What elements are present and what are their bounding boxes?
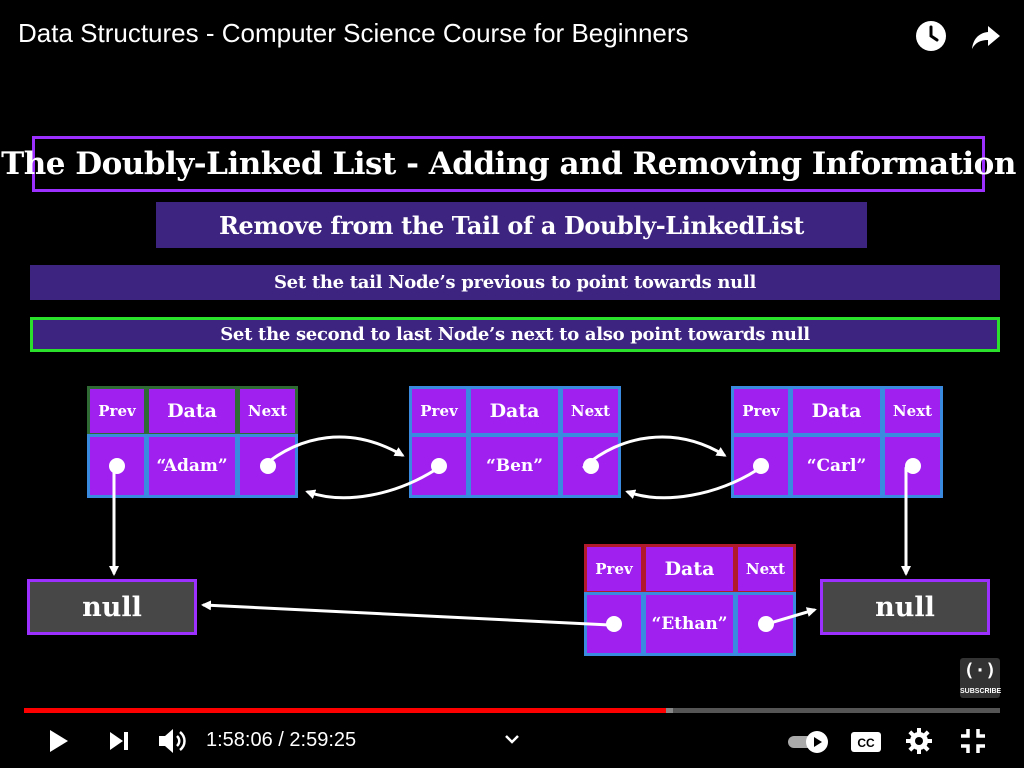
node-adam-prev-header: Prev [87,386,147,436]
pointer-dot [431,458,447,474]
pointer-dot [259,458,276,474]
pointer-dot [109,458,125,474]
gear-icon[interactable] [905,727,933,759]
step-text-2: Set the second to last Node’s next to al… [220,324,810,345]
autoplay-toggle-icon[interactable] [786,729,832,759]
node-ethan-next-cell [735,592,796,656]
clock-icon[interactable] [913,18,949,54]
node-adam-data-header: Data [146,386,238,436]
video-top-bar: Data Structures - Computer Science Cours… [0,0,1024,72]
step-banner-1: Set the tail Node’s previous to point to… [30,265,1000,300]
node-ben-value: “Ben” [468,434,561,498]
node-carl-data-header: Data [790,386,883,436]
pointer-dot [582,458,599,474]
node-ben-prev-header: Prev [409,386,469,436]
node-carl-next-cell [882,434,943,498]
node-ben-prev-cell [409,434,469,498]
node-adam-next-cell [237,434,298,498]
pointer-dot [606,616,622,632]
node-adam-prev-cell [87,434,147,498]
arrow-ethan-prev-to-null [201,600,612,627]
step-text-1: Set the tail Node’s previous to point to… [273,272,757,293]
node-ethan-prev-cell [584,592,644,656]
step-banner-2: Set the second to last Node’s next to al… [30,317,1000,352]
node-ethan-data-header: Data [643,544,736,594]
node-adam-next-header: Next [237,386,298,436]
node-ethan-next-header: Next [735,544,796,594]
node-carl-value: “Carl” [790,434,883,498]
node-carl-next-header: Next [882,386,943,436]
node-ben-data-header: Data [468,386,561,436]
null-box-right: null [820,579,990,635]
svg-text:CC: CC [857,736,875,750]
video-title[interactable]: Data Structures - Computer Science Cours… [18,18,689,49]
chevron-down-icon[interactable] [503,731,521,750]
channel-logo-glyph: (·) [963,660,997,681]
progress-bar[interactable] [24,708,1000,713]
subscribe-label[interactable]: SUBSCRIBE [960,688,1001,695]
node-ethan-prev-header: Prev [584,544,644,594]
pointer-dot [753,458,769,474]
play-icon[interactable] [46,728,72,758]
skip-next-icon[interactable] [107,730,131,756]
node-adam-value: “Adam” [146,434,238,498]
volume-icon[interactable] [157,727,189,759]
node-carl-prev-cell [731,434,791,498]
node-ethan-value: “Ethan” [643,592,736,656]
time-display: 1:58:06 / 2:59:25 [206,729,357,751]
node-ben-next-cell [560,434,621,498]
pointer-dot [904,458,921,474]
node-ben-next-header: Next [560,386,621,436]
share-arrow-icon[interactable] [968,18,1004,54]
progress-played [24,708,667,713]
node-carl-prev-header: Prev [731,386,791,436]
cc-icon[interactable]: CC [850,729,882,759]
pointer-dot [757,616,774,632]
slide-subtitle: Remove from the Tail of a Doubly-LinkedL… [219,210,804,240]
slide-title-box: The Doubly-Linked List - Adding and Remo… [1,136,1016,192]
slide-title: The Doubly-Linked List - Adding and Remo… [1,146,1016,182]
null-box-left: null [27,579,197,635]
slide-subtitle-banner: Remove from the Tail of a Doubly-LinkedL… [156,202,867,248]
exit-fullscreen-icon[interactable] [960,728,986,758]
